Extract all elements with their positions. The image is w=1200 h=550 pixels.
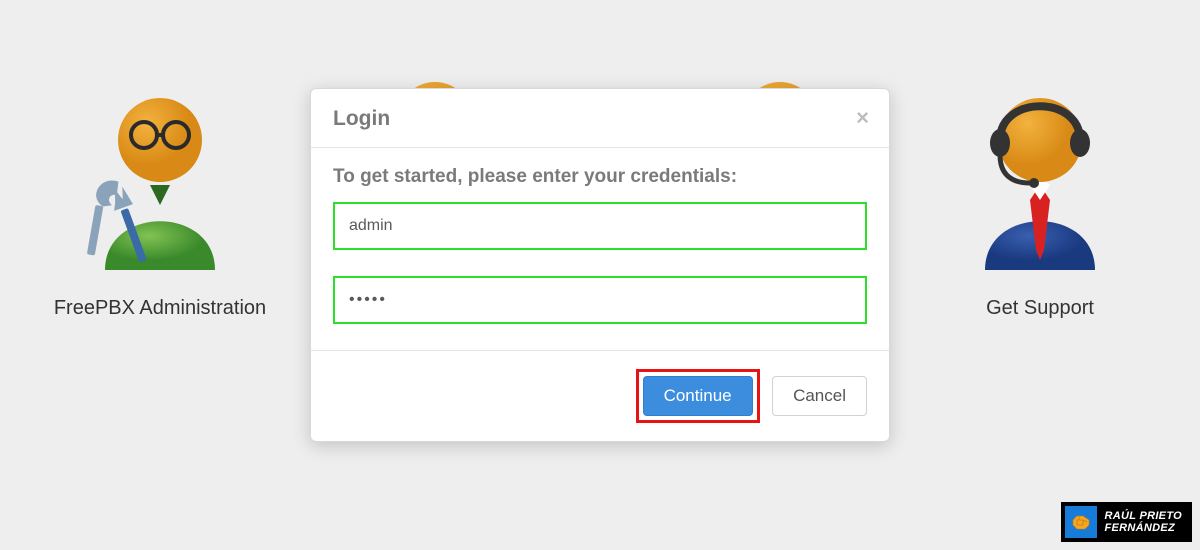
username-input[interactable]	[333, 202, 867, 250]
modal-footer: Continue Cancel	[311, 351, 889, 441]
cancel-button[interactable]: Cancel	[772, 376, 867, 416]
watermark-logo-icon	[1065, 506, 1097, 538]
password-input[interactable]	[333, 276, 867, 324]
continue-highlight: Continue	[636, 369, 760, 423]
login-instruction: To get started, please enter your creden…	[333, 166, 867, 188]
continue-button[interactable]: Continue	[643, 376, 753, 416]
card-support[interactable]: Get Support	[930, 85, 1150, 320]
modal-title: Login	[333, 107, 867, 131]
card-admin[interactable]: FreePBX Administration	[50, 85, 270, 320]
support-avatar-icon	[930, 85, 1150, 275]
card-admin-label: FreePBX Administration	[50, 297, 270, 320]
card-support-label: Get Support	[930, 297, 1150, 320]
login-modal: Login × To get started, please enter you…	[310, 88, 890, 442]
watermark-text: RAÚL PRIETO FERNÁNDEZ	[1105, 510, 1182, 534]
close-icon[interactable]: ×	[856, 105, 869, 131]
modal-body: To get started, please enter your creden…	[311, 148, 889, 351]
modal-header: Login ×	[311, 89, 889, 148]
watermark: RAÚL PRIETO FERNÁNDEZ	[1061, 502, 1192, 542]
watermark-line2: FERNÁNDEZ	[1105, 522, 1182, 534]
watermark-line1: RAÚL PRIETO	[1105, 510, 1182, 522]
admin-avatar-icon	[50, 85, 270, 275]
